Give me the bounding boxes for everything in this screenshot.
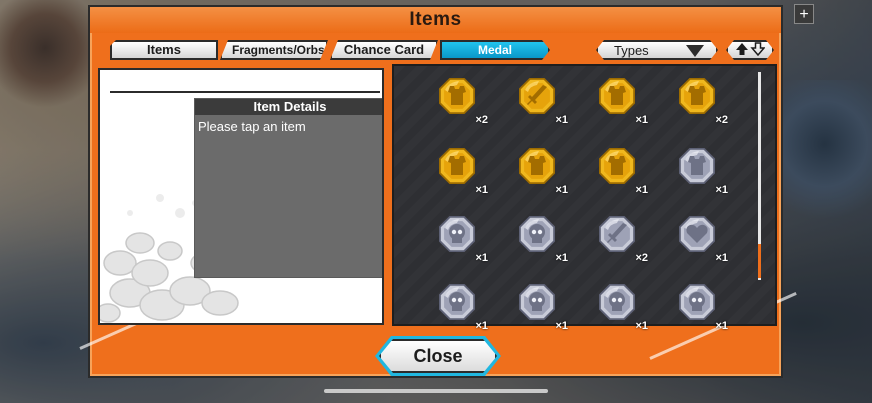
dialog-title: Items (409, 9, 462, 30)
tab-items[interactable]: Items (110, 40, 218, 60)
vest-icon (439, 148, 475, 184)
medal-item[interactable]: ×1 (674, 214, 728, 264)
vest-icon (679, 148, 715, 184)
types-filter-label: Types (614, 43, 649, 58)
item-details-panel: Item Details Please tap an item (98, 68, 384, 325)
background-character-right (777, 80, 872, 240)
vest-icon (599, 78, 635, 114)
medal-quantity: ×1 (555, 320, 568, 332)
skull-icon (679, 284, 715, 320)
types-filter-dropdown[interactable]: Types (596, 40, 718, 60)
medal-quantity: ×1 (555, 184, 568, 196)
skull-icon (439, 216, 475, 252)
medal-item[interactable]: ×1 (674, 146, 728, 196)
medal-item[interactable]: ×2 (674, 76, 728, 126)
heart-icon (679, 216, 715, 252)
home-indicator (324, 389, 548, 393)
medal-item[interactable]: ×1 (674, 282, 728, 332)
medal-quantity: ×1 (715, 252, 728, 264)
medal-quantity: ×2 (635, 252, 648, 264)
category-tabs: Items Fragments/Orbs Chance Card Medal M… (110, 40, 552, 60)
divider (110, 91, 380, 93)
medal-quantity: ×1 (635, 114, 648, 126)
medal-item[interactable]: ×1 (434, 214, 488, 264)
tab-fragments-orbs[interactable]: Fragments/Orbs (220, 40, 328, 60)
medal-item[interactable]: ×1 (434, 282, 488, 332)
medal-item[interactable]: ×1 (594, 282, 648, 332)
triangle-down-icon (686, 45, 704, 57)
medal-item[interactable]: ×1 (514, 76, 568, 126)
medal-item[interactable]: ×1 (594, 146, 648, 196)
sort-arrows-icon (735, 42, 765, 56)
background-character-left (0, 0, 90, 120)
close-button[interactable]: Close (379, 339, 497, 373)
medal-quantity: ×1 (555, 114, 568, 126)
medal-quantity: ×1 (555, 252, 568, 264)
medal-item[interactable]: ×1 (434, 146, 488, 196)
medal-quantity: ×1 (475, 320, 488, 332)
vest-icon (599, 148, 635, 184)
medal-quantity: ×1 (635, 320, 648, 332)
medal-quantity: ×1 (475, 184, 488, 196)
medal-quantity: ×1 (635, 184, 648, 196)
skull-icon (439, 284, 475, 320)
plus-icon: + (794, 4, 814, 24)
tab-medal-materials[interactable]: Medal Materials (440, 40, 550, 60)
medal-item[interactable]: ×2 (434, 76, 488, 126)
medal-grid-panel[interactable]: ×2 ×1 ×1 ×2 ×1 ×1 ×1 ×1 ×1 ×1 ×2 ×1 ×1 ×1 ×1 ×1 (392, 64, 777, 332)
sword-icon (519, 78, 555, 114)
sort-order-button[interactable] (726, 40, 774, 60)
medal-quantity: ×2 (475, 114, 488, 126)
medal-item[interactable]: ×1 (594, 76, 648, 126)
medal-quantity: ×1 (715, 184, 728, 196)
medal-quantity: ×1 (475, 252, 488, 264)
medal-item[interactable]: ×1 (514, 146, 568, 196)
item-details-header: Item Details (195, 99, 382, 115)
vest-icon (439, 78, 475, 114)
medal-quantity: ×2 (715, 114, 728, 126)
scrollbar-thumb[interactable] (758, 244, 761, 278)
medal-item[interactable]: ×2 (594, 214, 648, 264)
medal-item[interactable]: ×1 (514, 282, 568, 332)
vest-icon (679, 78, 715, 114)
item-details-box: Item Details Please tap an item (194, 98, 382, 278)
tab-chance-card[interactable]: Chance Card (330, 40, 438, 60)
skull-icon (599, 284, 635, 320)
item-details-placeholder: Please tap an item (198, 119, 306, 134)
items-dialog: Items Items Fragments/Orbs Chance Card M… (79, 5, 797, 378)
medal-item[interactable]: ×1 (514, 214, 568, 264)
vest-icon (519, 148, 555, 184)
skull-icon (519, 284, 555, 320)
sword-icon (599, 216, 635, 252)
medal-quantity: ×1 (715, 320, 728, 332)
skull-icon (519, 216, 555, 252)
